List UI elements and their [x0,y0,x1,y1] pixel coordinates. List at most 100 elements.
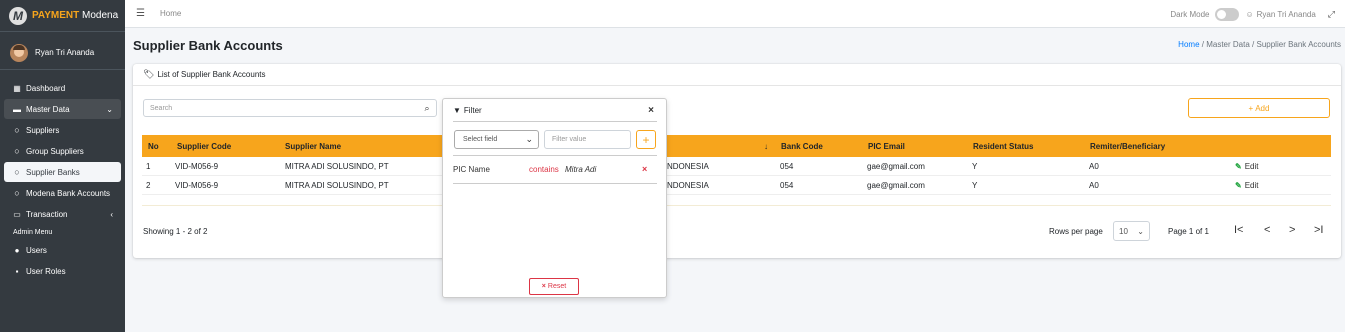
sidebar-item-supplier-banks[interactable]: ○ Supplier Banks [4,162,121,182]
column-header-supplier-code[interactable]: Supplier Code [177,135,231,157]
first-page-button[interactable]: I< [1234,224,1243,236]
sidebar-item-label: Users [26,245,47,255]
lock-icon: ▪ [15,266,19,276]
divider [453,183,657,184]
chevron-left-icon: ‹ [110,209,113,219]
card-icon: ▭ [13,209,21,219]
sidebar-item-label: Master Data [26,104,70,114]
chevron-down-icon: ⌄ [525,134,533,144]
user-panel[interactable]: Ryan Tri Ananda [0,36,125,70]
sidebar-item-modena-bank-accounts[interactable]: ○ Modena Bank Accounts [4,183,121,203]
brand-title: Modena [82,10,119,21]
breadcrumb-master-data: Master Data [1206,40,1250,49]
showing-count: Showing 1 - 2 of 2 [143,227,208,236]
sort-down-icon[interactable]: ↓ [764,135,768,157]
column-header-bank-code[interactable]: Bank Code [781,135,823,157]
breadcrumb-home[interactable]: Home [1178,40,1199,49]
breadcrumb-separator: / [1252,40,1255,49]
sidebar-item-transaction[interactable]: ▭ Transaction ‹ [4,204,121,224]
circle-icon: ○ [14,146,20,156]
rows-per-page-value: 10 [1119,226,1128,236]
sidebar: M PAYMENT Modena Ryan Tri Ananda ▦ Dashb… [0,0,125,332]
plus-icon: + [1248,103,1254,113]
remove-condition-icon[interactable]: × [642,164,647,174]
sidebar-item-dashboard[interactable]: ▦ Dashboard [4,78,121,98]
edit-icon: ✎ [1235,180,1242,190]
condition-operator: contains [529,165,559,174]
brand-accent: PAYMENT [32,10,80,21]
table-header: No Supplier Code Supplier Name ↓ Bank Co… [142,135,1331,157]
column-header-resident-status[interactable]: Resident Status [973,135,1033,157]
cell-supplier-name: MITRA ADI SOLUSINDO, PT [285,161,389,171]
add-condition-button[interactable]: + [636,130,656,149]
database-icon: ▬ [13,104,21,114]
circle-icon: ○ [14,167,20,177]
cell-supplier-code: VID-M056-9 [175,161,219,171]
sidebar-item-label: Supplier Banks [26,167,80,177]
sidebar-item-label: User Roles [26,266,66,276]
sidebar-item-user-roles[interactable]: ▪ User Roles [4,261,121,281]
edit-label: Edit [1244,161,1259,171]
select-field-dropdown[interactable]: Select field ⌄ [454,130,539,149]
filter-value-input[interactable]: Filter value [544,130,631,149]
filter-header: ▼ Filter × [443,99,666,121]
close-icon[interactable]: × [648,105,654,116]
add-button[interactable]: + Add [1188,98,1330,118]
topbar-user-name[interactable]: Ryan Tri Ananda [1257,10,1316,19]
edit-label: Edit [1244,180,1259,190]
edit-button[interactable]: ✎ Edit [1235,176,1259,194]
next-page-button[interactable]: > [1289,224,1295,236]
sidebar-item-label: Transaction [26,209,68,219]
prev-page-button[interactable]: < [1264,224,1270,236]
divider [453,121,657,122]
sidebar-item-label: Suppliers [26,125,60,135]
sidebar-item-users[interactable]: ● Users [4,240,121,260]
sidebar-item-group-suppliers[interactable]: ○ Group Suppliers [4,141,121,161]
column-header-supplier-name[interactable]: Supplier Name [285,135,341,157]
sidebar-item-label: Group Suppliers [26,146,84,156]
cell-bank-code: 054 [780,161,794,171]
sidebar-item-suppliers[interactable]: ○ Suppliers [4,120,121,140]
table-row: 2 VID-M056-9 MITRA ADI SOLUSINDO, PT NDO… [142,176,1331,195]
cell-supplier-code: VID-M056-9 [175,180,219,190]
dark-mode-label: Dark Mode [1170,9,1210,19]
search-box: Search ⌕ [143,99,437,117]
admin-menu-header: Admin Menu [13,229,53,236]
column-header-pic-email[interactable]: PIC Email [868,135,905,157]
rows-per-page-select[interactable]: 10 ⌄ [1113,221,1150,241]
horizontal-scrollbar[interactable] [142,205,1331,206]
search-input[interactable]: Search [144,105,418,112]
page-title: Supplier Bank Accounts [133,38,283,53]
card-header: 🏷 List of Supplier Bank Accounts [133,64,1341,86]
card-title: List of Supplier Bank Accounts [157,70,266,79]
rows-per-page-label: Rows per page [1049,227,1103,236]
brand[interactable]: M PAYMENT Modena [0,0,125,32]
nav-home-link[interactable]: Home [160,9,181,18]
filter-icon: ▼ [453,105,461,115]
condition-value: Mitra Adi [565,165,597,174]
page-info: Page 1 of 1 [1168,227,1209,236]
tags-icon: 🏷 [143,69,155,79]
select-field-value: Select field [463,136,498,143]
reset-label: Reset [547,283,567,290]
breadcrumb-separator: / [1201,40,1204,49]
circle-icon: ○ [14,188,20,198]
brand-logo-icon: M [9,6,27,25]
cell-bank-code: 054 [780,180,794,190]
sidebar-item-master-data[interactable]: ▬ Master Data ⌄ [4,99,121,119]
reset-button[interactable]: × Reset [529,278,579,295]
search-icon[interactable]: ⌕ [418,100,436,116]
divider [453,155,657,156]
top-navbar: ☰ Home Dark Mode ☺ Ryan Tri Ananda ⤢ [125,0,1345,28]
column-header-remiter-beneficiary[interactable]: Remiter/Beneficiary [1090,135,1165,157]
user-icon: ☺ [1245,9,1254,19]
last-page-button[interactable]: >I [1314,224,1323,236]
cell-no: 2 [146,180,151,190]
edit-button[interactable]: ✎ Edit [1235,157,1259,175]
column-header-no[interactable]: No [148,135,159,157]
cell-resident-status: Y [972,180,978,190]
fullscreen-icon[interactable]: ⤢ [1328,9,1335,20]
user-name: Ryan Tri Ananda [35,48,95,57]
menu-icon[interactable]: ☰ [136,8,145,19]
dark-mode-toggle[interactable] [1215,7,1240,21]
